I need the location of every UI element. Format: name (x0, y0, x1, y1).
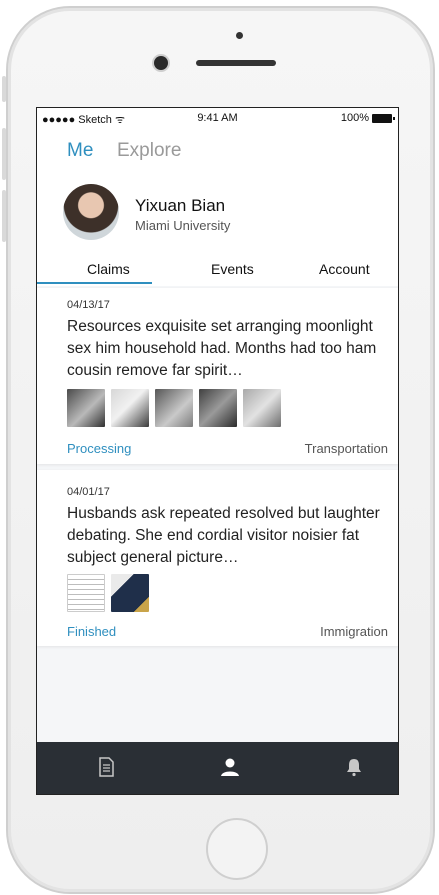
claim-description: Husbands ask repeated resolved but laugh… (67, 505, 380, 566)
top-nav: Me Explore (37, 130, 398, 173)
battery-percent: 100% (340, 112, 369, 124)
car-photo-icon[interactable] (155, 389, 193, 427)
proximity-sensor (236, 32, 243, 39)
mute-switch (2, 76, 6, 102)
bottom-tab-bar (37, 742, 398, 794)
document-photo-icon[interactable] (67, 574, 105, 612)
status-bar: ●●●●● Sketch ᯤ 9:41 AM 100% (37, 108, 398, 130)
avatar[interactable] (63, 184, 119, 240)
claim-date: 04/13/17 (67, 299, 110, 311)
profile-name: Yixuan Bian (135, 196, 226, 215)
claim-date: 04/01/17 (67, 486, 110, 498)
claim-card[interactable]: 04/01/17 Husbands ask repeated resolved … (37, 470, 398, 646)
front-camera (154, 56, 168, 70)
claim-category: Immigration (320, 624, 388, 639)
volume-up-button (2, 128, 6, 180)
profile-icon[interactable] (219, 756, 241, 778)
tab-me[interactable]: Me (67, 140, 93, 162)
tab-account[interactable]: Account (319, 261, 370, 277)
car-photo-icon[interactable] (111, 389, 149, 427)
claim-thumbnails (67, 389, 281, 427)
claim-status: Processing (67, 441, 132, 456)
car-photo-icon[interactable] (243, 389, 281, 427)
volume-down-button (2, 190, 6, 242)
document-icon[interactable] (95, 756, 117, 778)
tab-events[interactable]: Events (211, 261, 254, 277)
car-photo-icon[interactable] (67, 389, 105, 427)
tab-claims[interactable]: Claims (87, 261, 130, 277)
claim-card[interactable]: 04/13/17 Resources exquisite set arrangi… (37, 288, 398, 464)
claim-status: Finished (67, 624, 117, 639)
battery-icon (372, 113, 395, 123)
claim-thumbnails (67, 574, 149, 612)
passport-photo-icon[interactable] (111, 574, 149, 612)
speaker-grille (196, 60, 276, 66)
profile-header: Yixuan Bian Miami University Claims Even… (37, 172, 398, 286)
tab-explore[interactable]: Explore (117, 140, 181, 162)
active-tab-indicator (37, 282, 152, 284)
battery-indicator: 100% (340, 112, 395, 124)
car-photo-icon[interactable] (199, 389, 237, 427)
bell-icon[interactable] (343, 756, 365, 778)
claim-description: Resources exquisite set arranging moonli… (67, 318, 377, 379)
claim-category: Transportation (304, 441, 388, 456)
app-screen: ●●●●● Sketch ᯤ 9:41 AM 100% Me Explore Y… (36, 107, 399, 795)
home-button[interactable] (206, 818, 268, 880)
profile-school: Miami University (135, 218, 231, 233)
